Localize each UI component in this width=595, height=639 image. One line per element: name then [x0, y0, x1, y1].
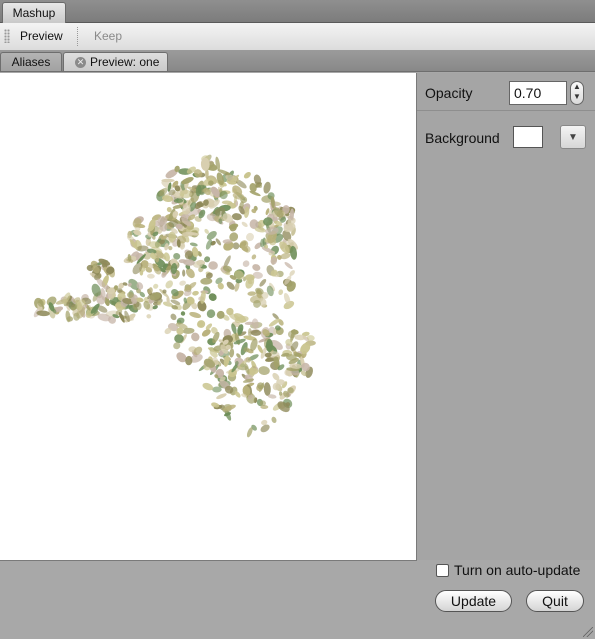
toolbar: Preview Keep — [0, 23, 595, 51]
background-color-swatch[interactable] — [513, 126, 543, 148]
render-blob — [185, 268, 195, 279]
render-blob — [242, 260, 250, 267]
tab-aliases[interactable]: Aliases — [0, 52, 62, 71]
render-blob — [182, 269, 186, 277]
render-blob — [180, 311, 186, 316]
opacity-input[interactable]: 0.70 — [509, 81, 567, 105]
render-blob — [252, 264, 261, 271]
render-blob — [278, 289, 284, 296]
render-blob — [229, 348, 235, 358]
settings-panel: Opacity 0.70 ▲ ▼ Background ▼ — [417, 73, 595, 560]
tab-preview-one[interactable]: ✕ Preview: one — [63, 52, 168, 71]
render-blob — [208, 261, 218, 270]
auto-update-checkbox[interactable] — [436, 564, 449, 577]
chevron-down-icon: ▼ — [568, 132, 578, 143]
render-blob — [189, 311, 202, 319]
background-label: Background — [425, 130, 500, 146]
render-blob — [215, 238, 222, 246]
render-blob — [200, 277, 213, 285]
render-blob — [263, 382, 271, 396]
volume-render-image — [33, 154, 316, 438]
render-blob — [258, 366, 270, 376]
opacity-label: Opacity — [425, 85, 473, 101]
update-button[interactable]: Update — [435, 590, 512, 612]
quit-button[interactable]: Quit — [526, 590, 584, 612]
toolbar-preview-button[interactable]: Preview — [20, 23, 63, 50]
background-dropdown-button[interactable]: ▼ — [560, 125, 586, 149]
render-blob — [231, 213, 242, 221]
toolbar-separator — [77, 27, 78, 46]
render-blob — [146, 314, 152, 319]
render-blob — [241, 221, 248, 227]
render-blob — [212, 386, 222, 393]
render-blob — [206, 309, 216, 318]
render-blob — [225, 344, 231, 350]
render-blob — [165, 280, 173, 289]
toolbar-grip-icon[interactable] — [4, 29, 10, 43]
render-blob — [170, 313, 177, 321]
render-blob — [179, 189, 192, 199]
close-tab-icon[interactable]: ✕ — [75, 57, 86, 68]
stepper-down-icon[interactable]: ▼ — [571, 92, 583, 102]
opacity-stepper[interactable]: ▲ ▼ — [570, 81, 584, 105]
tab-preview-one-label: Preview: one — [90, 55, 160, 69]
panel-divider — [417, 110, 595, 111]
render-blob — [189, 242, 198, 247]
render-blob — [153, 283, 159, 289]
render-blob — [161, 178, 175, 183]
render-blobs — [33, 154, 316, 438]
render-blob — [216, 393, 227, 400]
render-blob — [147, 273, 155, 279]
render-blob — [259, 278, 267, 287]
render-blob — [250, 329, 262, 336]
render-blob — [192, 290, 199, 296]
toolbar-keep-button[interactable]: Keep — [94, 23, 122, 50]
render-blob — [284, 261, 293, 270]
render-blob — [271, 416, 277, 424]
resize-grip-icon[interactable] — [583, 627, 593, 637]
render-blob — [247, 291, 257, 296]
document-tab-bar: Aliases ✕ Preview: one — [0, 51, 595, 72]
stepper-up-icon[interactable]: ▲ — [571, 82, 583, 92]
window-title-tab[interactable]: Mashup — [2, 2, 66, 23]
auto-update-label: Turn on auto-update — [454, 562, 581, 578]
render-blob — [251, 254, 257, 260]
preview-pane[interactable] — [0, 73, 417, 561]
render-blob — [243, 171, 251, 179]
window-title-bar: Mashup — [0, 0, 595, 23]
